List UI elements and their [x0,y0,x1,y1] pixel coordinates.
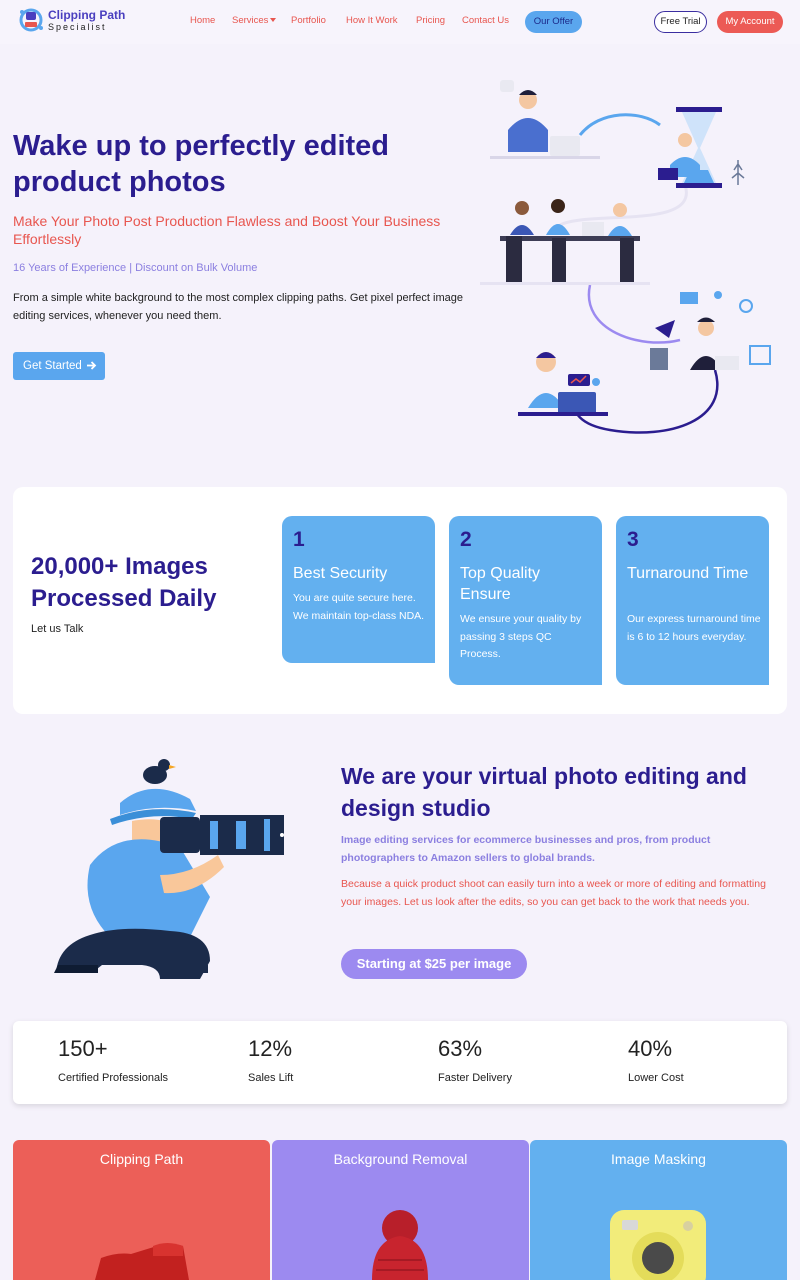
nav-portfolio[interactable]: Portfolio [291,15,326,26]
feature-title: Turnaround Time [627,565,749,582]
nav-services-label: Services [232,15,269,26]
stat-value: 40% [628,1036,673,1061]
nav-contact-us[interactable]: Contact Us [462,15,509,26]
stat-value: 150+ [58,1036,108,1061]
feature-number: 1 [293,528,305,551]
hero-workflow-illustration [480,80,771,434]
nav-pricing[interactable]: Pricing [416,15,445,26]
stat-label: Sales Lift [248,1072,294,1084]
studio-description: Because a quick product shoot can easily… [341,878,766,908]
feature-text: Our express turnaround time is 6 to 12 h… [627,613,761,643]
caret-down-icon [270,18,277,22]
hero-description: From a simple white background to the mo… [13,292,463,322]
nav-home[interactable]: Home [190,15,215,26]
my-account-button[interactable]: My Account [717,11,783,33]
feature-text: You are quite secure here. We maintain t… [293,592,425,622]
stat-lower-cost: 40% Lower Cost [628,1036,684,1084]
service-card-clipping-path[interactable]: Clipping Path [13,1140,270,1280]
nav-services[interactable]: Services [232,15,277,26]
pricing-cta-button[interactable]: Starting at $25 per image [341,949,527,979]
stat-sales-lift: 12% Sales Lift [248,1036,293,1084]
hero-experience: 16 Years of Experience | Discount on Bul… [13,262,258,274]
studio-title: We are your virtual photo editing and de… [341,763,747,821]
service-title: Clipping Path [99,1151,184,1167]
service-card-image-masking[interactable]: Image Masking [530,1140,787,1280]
nav-how-it-work[interactable]: How It Work [346,15,398,26]
photographer-illustration [54,759,284,979]
arrow-right-icon [87,361,97,370]
stat-value: 12% [248,1036,293,1061]
logo-icon [19,8,43,32]
get-started-label: Get Started [23,360,82,372]
service-title: Image Masking [611,1151,706,1167]
stat-faster-delivery: 63% Faster Delivery [438,1036,512,1084]
feature-card-turnaround: 3 Turnaround Time Our express turnaround… [616,516,769,685]
feature-title: Best Security [293,565,388,582]
service-title: Background Removal [333,1151,468,1167]
get-started-button[interactable]: Get Started [13,352,105,380]
let-us-talk-link[interactable]: Let us Talk [31,623,83,635]
feature-card-quality: 2 Top Quality Ensure We ensure your qual… [449,516,602,685]
stat-label: Lower Cost [628,1072,684,1084]
site-logo[interactable]: Clipping Path Specialist [18,6,128,36]
feature-number: 3 [627,528,639,551]
logo-tagline: Specialist [48,22,107,32]
free-trial-button[interactable]: Free Trial [654,11,707,33]
stat-certified-professionals: 150+ Certified Professionals [58,1036,168,1084]
feature-number: 2 [460,528,472,551]
hero-subtitle: Make Your Photo Post Production Flawless… [13,213,441,247]
our-offer-button[interactable]: Our Offer [525,11,582,33]
hero-title: Wake up to perfectly edited product phot… [13,130,389,198]
top-navigation: Clipping Path Specialist Home Services P… [0,0,800,44]
stat-value: 63% [438,1036,483,1061]
service-card-background-removal[interactable]: Background Removal [272,1140,529,1280]
stat-label: Certified Professionals [58,1072,169,1084]
feature-title: Top Quality Ensure [460,565,541,603]
feature-text: We ensure your quality by passing 3 step… [460,613,582,660]
stat-label: Faster Delivery [438,1072,512,1084]
feature-card-security: 1 Best Security You are quite secure her… [282,516,435,663]
studio-subtitle: Image editing services for ecommerce bus… [341,834,711,864]
logo-text: Clipping Path [48,8,126,22]
images-processed-headline: 20,000+ Images Processed Daily [31,553,217,612]
